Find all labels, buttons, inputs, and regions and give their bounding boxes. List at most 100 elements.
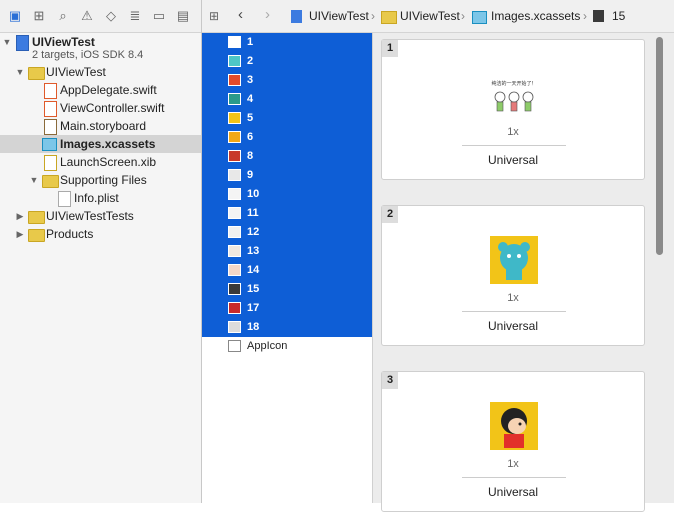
- list-item[interactable]: 4: [202, 90, 372, 109]
- image-set-card[interactable]: 1 纯洁的一天开始了！ 1x Universal: [381, 39, 645, 180]
- list-item-label: 4: [247, 93, 254, 105]
- test-icon[interactable]: ◇: [103, 8, 119, 24]
- list-item[interactable]: 8: [202, 147, 372, 166]
- list-item[interactable]: 12: [202, 223, 372, 242]
- image-well[interactable]: [490, 236, 538, 284]
- list-item-label: 8: [247, 150, 254, 162]
- list-item-label: 13: [247, 245, 260, 257]
- image-thumb: [228, 93, 241, 105]
- divider: [462, 477, 566, 478]
- project-subtitle: 2 targets, iOS SDK 8.4: [32, 49, 144, 61]
- forward-icon[interactable]: ›: [265, 7, 270, 22]
- jump-bar: ⊞ ‹ › UIViewTest › UIViewTest › Images.x…: [202, 0, 674, 33]
- project-icon: [16, 35, 29, 51]
- folder-icon[interactable]: ▣: [7, 8, 23, 24]
- image-thumb: [228, 169, 241, 181]
- device-label: Universal: [487, 153, 538, 167]
- disclosure-icon[interactable]: ▼: [2, 33, 12, 51]
- list-item-label: 5: [247, 112, 254, 124]
- image-well[interactable]: 纯洁的一天开始了！: [486, 78, 542, 118]
- search-icon[interactable]: ⌕: [55, 8, 71, 24]
- tree-file[interactable]: Info.plist: [0, 189, 201, 207]
- related-items-icon[interactable]: ⊞: [209, 9, 219, 24]
- debug-icon[interactable]: ≣: [127, 8, 143, 24]
- image-thumb: [228, 131, 241, 143]
- list-item[interactable]: 9: [202, 166, 372, 185]
- list-item[interactable]: 17: [202, 299, 372, 318]
- disclosure-icon[interactable]: ▼: [15, 63, 25, 81]
- list-item[interactable]: 10: [202, 185, 372, 204]
- card-number: 1: [382, 40, 398, 57]
- breadcrumb-catalog[interactable]: Images.xcassets: [491, 9, 580, 24]
- list-item[interactable]: AppIcon: [202, 337, 372, 356]
- tree-file[interactable]: ViewController.swift: [0, 99, 201, 117]
- breadcrumb-project[interactable]: UIViewTest: [309, 9, 369, 24]
- disclosure-icon[interactable]: ▼: [29, 171, 39, 189]
- card-number: 2: [382, 206, 398, 223]
- asset-catalog-icon: [42, 138, 57, 151]
- list-item[interactable]: 6: [202, 128, 372, 147]
- image-thumb: [228, 283, 241, 295]
- tree-label: ViewController.swift: [60, 101, 165, 115]
- sketch-figures-image: 纯洁的一天开始了！: [491, 80, 537, 112]
- disclosure-icon[interactable]: ▶: [15, 207, 25, 225]
- device-label: Universal: [487, 319, 538, 333]
- tree-label: Images.xcassets: [60, 137, 156, 151]
- disclosure-icon[interactable]: ▶: [15, 225, 25, 243]
- teal-character-image: [490, 236, 538, 284]
- image-thumb: [228, 188, 241, 200]
- tree-label: LaunchScreen.xib: [60, 155, 157, 169]
- image-thumb: [228, 264, 241, 276]
- image-thumb: [228, 245, 241, 257]
- list-item-label: 10: [247, 188, 260, 200]
- image-caption: 纯洁的一天开始了！: [491, 80, 536, 87]
- tree-file-selected[interactable]: Images.xcassets: [0, 135, 201, 153]
- list-item[interactable]: 3: [202, 71, 372, 90]
- asset-catalog-icon: [472, 11, 487, 24]
- back-icon[interactable]: ‹: [238, 7, 243, 22]
- list-item-label: 12: [247, 226, 260, 238]
- plist-icon: [58, 191, 71, 207]
- breadcrumb-imageset[interactable]: 15: [612, 9, 625, 24]
- list-item-label: AppIcon: [247, 340, 288, 352]
- tree-file[interactable]: LaunchScreen.xib: [0, 153, 201, 171]
- boy-character-image: [490, 402, 538, 450]
- list-item[interactable]: 11: [202, 204, 372, 223]
- log-icon[interactable]: ▤: [175, 8, 191, 24]
- tree-group[interactable]: ▶ UIViewTestTests: [0, 207, 201, 225]
- tree-project[interactable]: ▼ UIViewTest 2 targets, iOS SDK 8.4: [0, 33, 201, 65]
- device-label: Universal: [487, 485, 538, 499]
- image-thumb: [228, 36, 241, 48]
- tree-label: UIViewTestTests: [46, 209, 134, 223]
- list-item[interactable]: 5: [202, 109, 372, 128]
- warning-icon[interactable]: ⚠: [79, 8, 95, 24]
- list-item[interactable]: 14: [202, 261, 372, 280]
- list-item[interactable]: 2: [202, 52, 372, 71]
- image-thumb: [228, 302, 241, 314]
- tree-group[interactable]: ▼ UIViewTest: [0, 63, 201, 81]
- tree-group[interactable]: ▶ Products: [0, 225, 201, 243]
- list-item-label: 6: [247, 131, 254, 143]
- image-set-card[interactable]: 3 1x Universal: [381, 371, 645, 512]
- breakpoint-icon[interactable]: ▭: [151, 8, 167, 24]
- list-item[interactable]: 1: [202, 33, 372, 52]
- tree-group[interactable]: ▼ Supporting Files: [0, 171, 201, 189]
- scale-label: 1x: [507, 126, 519, 138]
- symbol-icon[interactable]: ⊞: [31, 8, 47, 24]
- app-icon-thumb: [228, 340, 241, 352]
- tree-label: Products: [46, 227, 94, 241]
- image-thumb: [228, 55, 241, 67]
- image-well[interactable]: [490, 402, 538, 450]
- tree-label: AppDelegate.swift: [60, 83, 157, 97]
- tree-file[interactable]: Main.storyboard: [0, 117, 201, 135]
- list-item[interactable]: 13: [202, 242, 372, 261]
- image-set-card[interactable]: 2 1x Universal: [381, 205, 645, 346]
- chevron-right-icon: ›: [461, 9, 465, 23]
- folder-icon: [42, 175, 59, 188]
- list-item[interactable]: 15: [202, 280, 372, 299]
- list-item[interactable]: 18: [202, 318, 372, 337]
- list-item-label: 15: [247, 283, 260, 295]
- vertical-scrollbar[interactable]: [656, 37, 663, 255]
- breadcrumb-group[interactable]: UIViewTest: [400, 9, 460, 24]
- tree-file[interactable]: AppDelegate.swift: [0, 81, 201, 99]
